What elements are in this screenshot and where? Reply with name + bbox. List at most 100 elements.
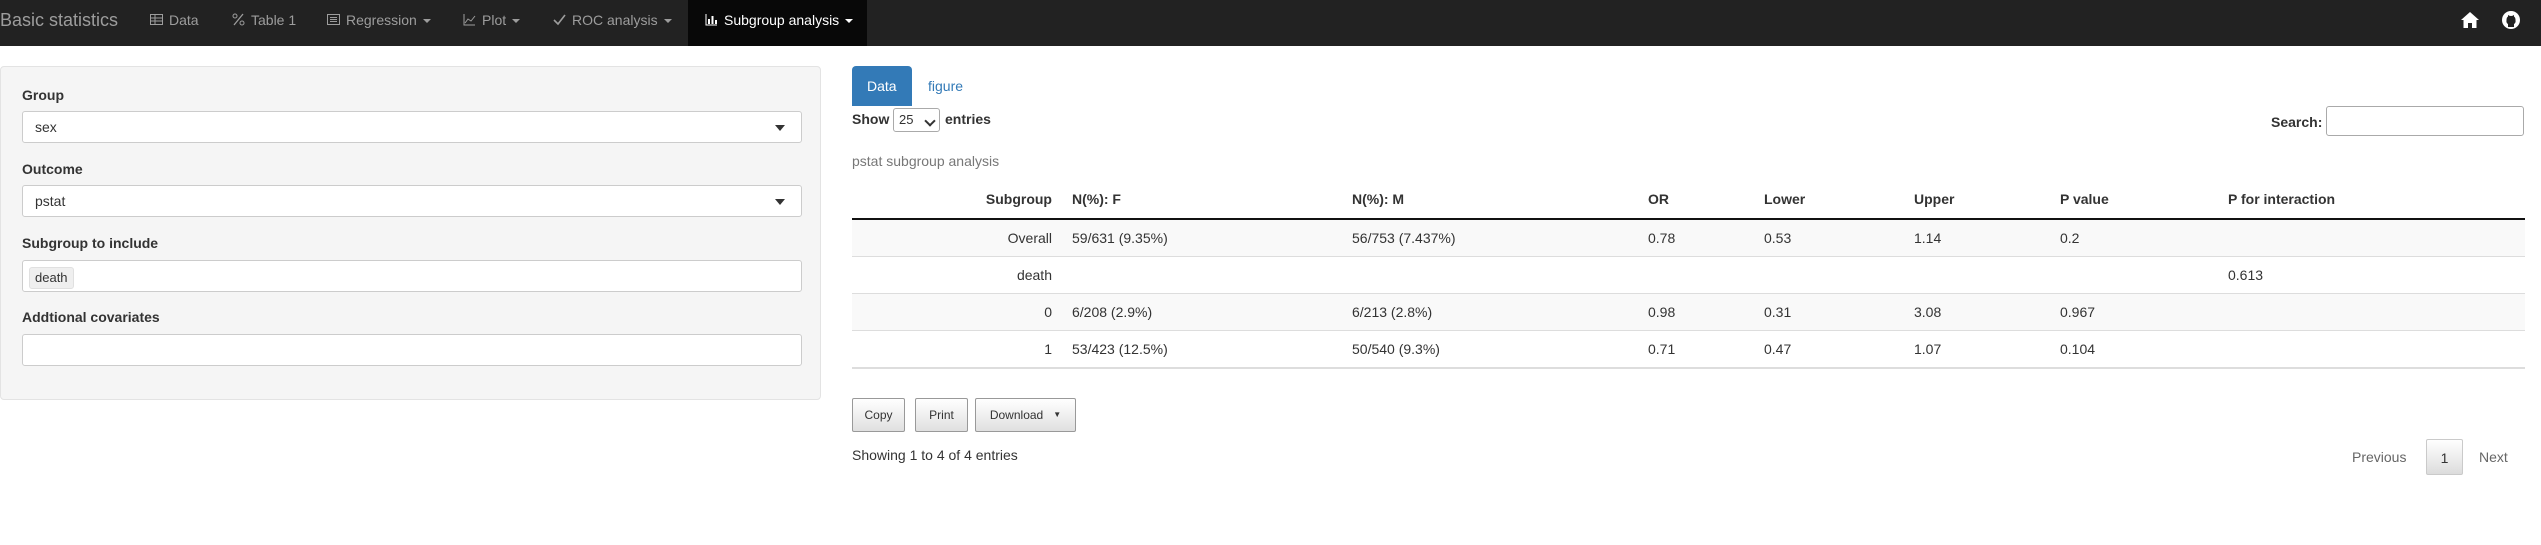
cell-p-value: 0.2 — [2050, 218, 2218, 257]
table-row: Overall 59/631 (9.35%) 56/753 (7.437%) 0… — [852, 218, 2525, 257]
nav-table1[interactable]: Table 1 — [232, 0, 296, 46]
search-input[interactable] — [2326, 106, 2524, 136]
nav-subgroup-analysis[interactable]: Subgroup analysis — [688, 0, 867, 46]
group-select[interactable]: sex — [22, 111, 802, 143]
outcome-select-value: pstat — [35, 193, 66, 209]
entries-length-select[interactable]: 25 — [893, 108, 940, 132]
col-header-lower[interactable]: Lower — [1754, 180, 1904, 220]
list-alt-icon — [327, 14, 340, 25]
entries-label: entries — [945, 111, 991, 127]
pagination-next[interactable]: Next — [2479, 439, 2508, 475]
table-icon — [150, 14, 163, 25]
app-brand[interactable]: Basic statistics — [0, 0, 118, 46]
cell-n-m: 50/540 (9.3%) — [1342, 330, 1638, 369]
chevron-down-icon — [422, 19, 431, 23]
table-row: death 0.613 — [852, 256, 2525, 294]
cell-lower: 0.47 — [1754, 330, 1904, 369]
table-row: 1 53/423 (12.5%) 50/540 (9.3%) 0.71 0.47… — [852, 330, 2525, 369]
cell-lower: 0.53 — [1754, 218, 1904, 257]
cell-upper: 3.08 — [1904, 293, 2050, 331]
home-icon[interactable] — [2459, 9, 2481, 31]
cell-n-f — [1062, 256, 1342, 294]
bar-chart-icon — [705, 14, 717, 26]
chevron-down-icon — [924, 115, 936, 127]
nav-subgroup-label: Subgroup analysis — [724, 12, 840, 28]
group-label: Group — [22, 87, 64, 103]
cell-p-value: 0.967 — [2050, 293, 2218, 331]
tab-figure[interactable]: figure — [913, 66, 978, 106]
nav-plot-label: Plot — [482, 12, 507, 28]
outcome-label: Outcome — [22, 161, 83, 177]
col-header-p-interaction[interactable]: P for interaction — [2218, 180, 2525, 220]
cell-p-interaction: 0.613 — [2218, 256, 2525, 294]
cell-subgroup: 1 — [852, 330, 1062, 369]
tab-data[interactable]: Data — [852, 66, 912, 106]
cell-n-m — [1342, 256, 1638, 294]
chevron-down-icon — [845, 19, 854, 23]
col-header-or[interactable]: OR — [1638, 180, 1754, 220]
subgroup-multiselect[interactable]: death — [22, 260, 802, 292]
nav-data[interactable]: Data — [150, 0, 199, 46]
results-table: Subgroup N(%): F N(%): M OR Lower Upper … — [852, 180, 2525, 369]
table-row: 0 6/208 (2.9%) 6/213 (2.8%) 0.98 0.31 3.… — [852, 293, 2525, 331]
col-header-p-value[interactable]: P value — [2050, 180, 2218, 220]
download-button[interactable]: Download ▼ — [975, 398, 1076, 432]
chevron-down-icon — [512, 19, 521, 23]
group-select-value: sex — [35, 119, 57, 135]
cell-p-interaction — [2218, 218, 2525, 257]
cell-upper — [1904, 256, 2050, 294]
chevron-down-icon — [775, 125, 785, 131]
nav-regression-label: Regression — [346, 12, 417, 28]
show-label: Show — [852, 111, 890, 127]
check-icon — [553, 14, 566, 26]
navbar: Basic statistics Data Table 1 Regression… — [0, 0, 2541, 46]
cell-n-m: 6/213 (2.8%) — [1342, 293, 1638, 331]
download-button-label: Download — [989, 408, 1044, 422]
col-header-n-m[interactable]: N(%): M — [1342, 180, 1638, 220]
cell-p-interaction — [2218, 330, 2525, 369]
chevron-down-icon: ▼ — [1053, 410, 1062, 419]
copy-button[interactable]: Copy — [852, 398, 905, 432]
col-header-n-f[interactable]: N(%): F — [1062, 180, 1342, 220]
covariates-multiselect[interactable] — [22, 334, 802, 366]
cell-or: 0.78 — [1638, 218, 1754, 257]
cell-p-value — [2050, 256, 2218, 294]
outcome-select[interactable]: pstat — [22, 185, 802, 217]
subgroup-label: Subgroup to include — [22, 235, 159, 251]
cell-or: 0.98 — [1638, 293, 1754, 331]
table-caption: pstat subgroup analysis — [852, 153, 1000, 169]
pagination-previous[interactable]: Previous — [2352, 439, 2406, 475]
col-header-subgroup[interactable]: Subgroup — [852, 180, 1062, 220]
print-button[interactable]: Print — [915, 398, 968, 432]
cell-lower — [1754, 256, 1904, 294]
nav-roc-analysis[interactable]: ROC analysis — [553, 0, 672, 46]
sidebar-panel: Group sex Outcome pstat Subgroup to incl… — [0, 66, 821, 400]
cell-lower: 0.31 — [1754, 293, 1904, 331]
cell-or — [1638, 256, 1754, 294]
line-chart-icon — [463, 14, 476, 26]
subgroup-chip[interactable]: death — [29, 267, 74, 289]
github-icon[interactable] — [2500, 9, 2522, 31]
search-label: Search: — [2271, 114, 2323, 130]
cell-n-f: 6/208 (2.9%) — [1062, 293, 1342, 331]
cell-n-f: 59/631 (9.35%) — [1062, 218, 1342, 257]
cell-p-value: 0.104 — [2050, 330, 2218, 369]
chevron-down-icon — [663, 19, 672, 23]
cell-p-interaction — [2218, 293, 2525, 331]
cell-upper: 1.07 — [1904, 330, 2050, 369]
nav-regression[interactable]: Regression — [327, 0, 431, 46]
nav-data-label: Data — [169, 12, 199, 28]
cell-upper: 1.14 — [1904, 218, 2050, 257]
cell-subgroup: Overall — [852, 218, 1062, 257]
entries-length-value: 25 — [899, 112, 914, 127]
table-header-row: Subgroup N(%): F N(%): M OR Lower Upper … — [852, 180, 2525, 220]
cell-subgroup: 0 — [852, 293, 1062, 331]
nav-plot[interactable]: Plot — [463, 0, 521, 46]
covariates-label: Addtional covariates — [22, 309, 160, 325]
cell-subgroup: death — [852, 256, 1062, 294]
cell-or: 0.71 — [1638, 330, 1754, 369]
table-info: Showing 1 to 4 of 4 entries — [852, 447, 1018, 463]
col-header-upper[interactable]: Upper — [1904, 180, 2050, 220]
percent-icon — [232, 13, 245, 26]
pagination-page-1[interactable]: 1 — [2426, 439, 2463, 475]
